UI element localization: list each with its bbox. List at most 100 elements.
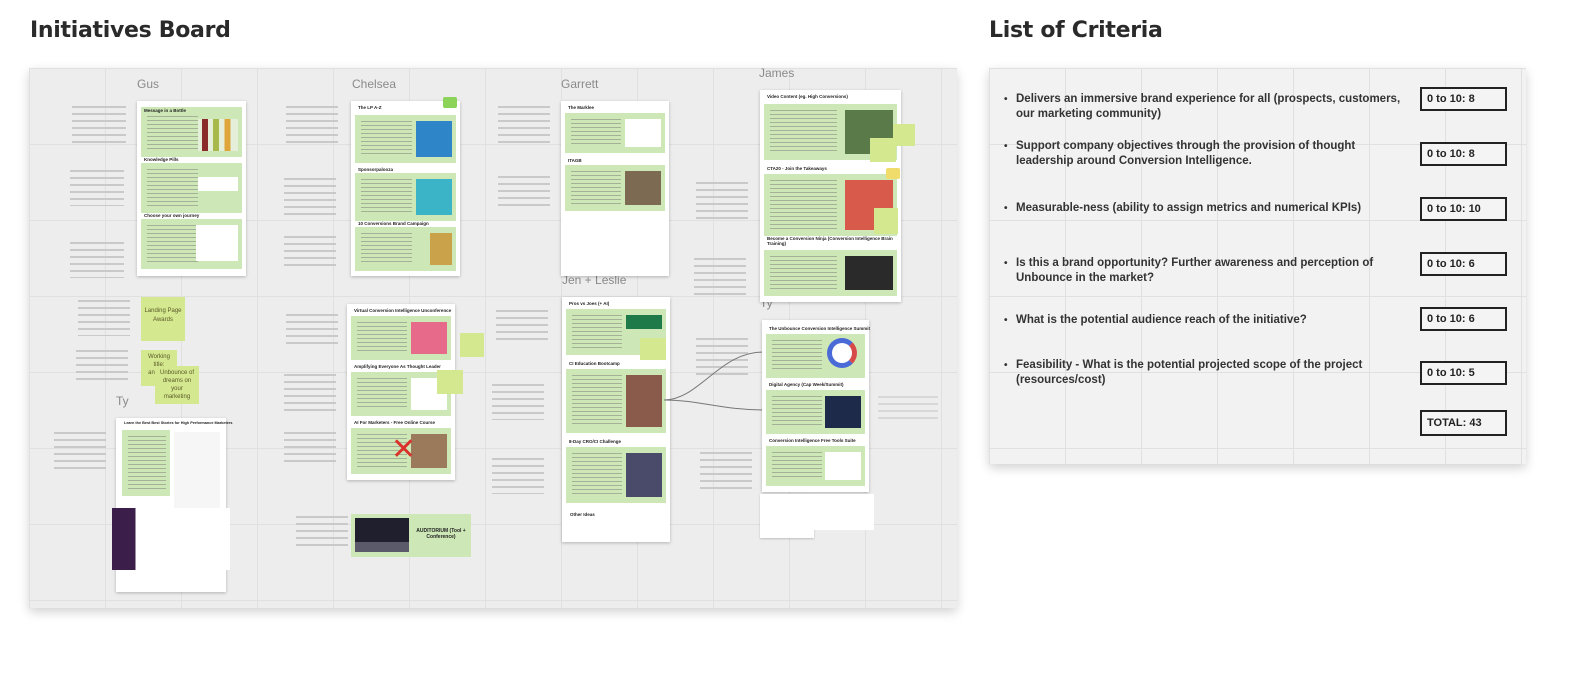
initiative-card[interactable]: CI Education Bootcamp (566, 361, 666, 433)
criterion-text: Feasibility - What is the potential proj… (1016, 359, 1363, 386)
notes-lines (70, 170, 124, 206)
criterion-score[interactable]: 0 to 10: 8 (1420, 142, 1507, 166)
notes-lines (284, 178, 336, 218)
card-text (772, 452, 822, 480)
initiative-card[interactable]: Sponsorpalooza (355, 167, 456, 221)
bullet-icon: • (1004, 258, 1008, 269)
sticky-note[interactable] (874, 208, 898, 234)
initiative-card[interactable]: The LP A-Z (355, 105, 456, 163)
notes-lines (696, 182, 748, 222)
card-text (357, 322, 407, 354)
initiative-card[interactable]: Amplifying Everyone As Thought Leader (351, 364, 451, 416)
criterion-text: Delivers an immersive brand experience f… (1016, 93, 1401, 120)
sticky-note[interactable] (437, 370, 463, 394)
notes-lines (700, 452, 752, 490)
initiative-card[interactable]: 8-Day CRO/CI Challenge (566, 439, 666, 503)
gus-initiatives-frame[interactable]: Message in a Bottle Knowledge Pills Choo… (137, 101, 246, 276)
card-text (770, 180, 837, 230)
initiative-card[interactable]: Conversion Intelligence Free Tools Suite (766, 438, 865, 486)
bullet-icon: • (1004, 315, 1008, 326)
card-title: 8-Day CRO/CI Challenge (569, 439, 622, 444)
total-score[interactable]: TOTAL: 43 (1420, 410, 1507, 436)
card-title: 10 Conversions Brand Campaign (358, 221, 429, 226)
card-title: Other Ideas (570, 512, 595, 517)
criterion-item: • Delivers an immersive brand experience … (1004, 92, 1406, 122)
initiative-card[interactable]: Knowledge Pills (141, 157, 242, 213)
card-image (845, 256, 893, 290)
notes-lines (284, 374, 336, 414)
card-image (429, 233, 452, 265)
criterion-text: Support company objectives through the p… (1016, 140, 1356, 167)
notes-lines (498, 106, 550, 144)
card-text (147, 116, 198, 151)
card-image (411, 434, 447, 468)
text-screenshot (814, 494, 874, 530)
initiative-card[interactable]: The Marklee (565, 105, 665, 153)
card-title: The Marklee (568, 105, 595, 110)
initiative-card[interactable]: Choose your own journey (141, 213, 242, 269)
initiative-card[interactable]: Digital Agency (Cap Week/Summit) (766, 382, 865, 434)
jen-leslie-initiatives-frame[interactable]: Pros vs Joes (+ AI) CI Education Bootcam… (562, 297, 670, 542)
sticky-unbounce-dreams[interactable]: Unbounce of dreams on your marketing (155, 366, 199, 404)
initiative-card[interactable]: ITAGB (565, 158, 665, 211)
criterion-score[interactable]: 0 to 10: 10 (1420, 197, 1507, 221)
criterion-text: What is the potential audience reach of … (1016, 314, 1307, 326)
sticky-note[interactable] (893, 124, 915, 146)
criterion-item: • Is this a brand opportunity? Further aw… (1004, 256, 1406, 286)
auditorium-card[interactable]: AUDITORIUM (Tool + Conference) (351, 514, 471, 557)
card-image (626, 375, 662, 427)
card-title: Become a Conversion Ninja (Conversion In… (767, 236, 893, 246)
card-text (571, 171, 621, 205)
initiative-card[interactable]: Virtual Conversion Intelligence Unconfer… (351, 308, 451, 360)
sticky-note[interactable] (460, 333, 484, 357)
card-image (825, 396, 861, 428)
card-image (415, 179, 452, 215)
notes-lines (498, 176, 550, 210)
chelsea-initiatives-frame[interactable]: The LP A-Z Sponsorpalooza 10 Conversions… (351, 101, 460, 276)
card-text (770, 256, 837, 290)
card-text (770, 110, 837, 154)
bullet-icon: • (1004, 94, 1008, 105)
comment-icon[interactable] (886, 168, 900, 179)
card-title: Sponsorpalooza (358, 167, 394, 172)
james-initiatives-frame[interactable]: Video Content (eg. High Conversions) CTA… (760, 90, 901, 302)
card-title: Video Content (eg. High Conversions) (767, 94, 848, 99)
card-title: The LP A-Z (358, 105, 382, 110)
initiative-card[interactable]: 10 Conversions Brand Campaign (355, 221, 456, 271)
card-text (361, 121, 412, 157)
criterion-score[interactable]: 0 to 10: 5 (1420, 361, 1507, 385)
sticky-note[interactable] (870, 138, 896, 162)
ty-initiatives-frame[interactable]: Learn the Best Best Stories for High Per… (112, 418, 232, 592)
column-label-gus: Gus (137, 77, 160, 91)
form-screenshot (760, 494, 814, 538)
card-image (355, 518, 409, 552)
criterion-score[interactable]: 0 to 10: 6 (1420, 307, 1507, 331)
card-image (625, 171, 661, 205)
card-text (361, 233, 412, 265)
initiative-card[interactable]: The Unbounce Conversion Intelligence Sum… (766, 326, 870, 378)
notes-lines (492, 384, 544, 420)
card-title: AI For Marketers - Free Online Course (354, 420, 436, 425)
sticky-landing-page-awards[interactable]: Landing Page Awards (141, 297, 185, 341)
sticky-note[interactable] (640, 338, 666, 360)
garrett-initiatives-frame[interactable]: The Marklee ITAGB (561, 101, 669, 276)
card-image (825, 452, 861, 480)
notes-lines (296, 516, 348, 550)
initiative-card[interactable]: Become a Conversion Ninja (Conversion In… (764, 236, 897, 296)
card-title: CI Education Bootcamp (569, 361, 620, 366)
comment-icon[interactable] (443, 97, 457, 108)
bottles-image (198, 119, 238, 151)
criterion-score[interactable]: 0 to 10: 6 (1420, 252, 1507, 276)
column-label-james: James (759, 66, 795, 80)
criterion-score[interactable]: 0 to 10: 8 (1420, 87, 1507, 111)
notes-lines (54, 432, 106, 474)
initiative-card[interactable] (122, 430, 170, 496)
column-label-chelsea: Chelsea (352, 77, 397, 91)
criterion-item: • What is the potential audience reach of… (1004, 313, 1406, 328)
initiative-card[interactable]: AI For Marketers - Free Online Course ✕ (351, 420, 451, 474)
initiative-card[interactable]: Message in a Bottle (141, 107, 242, 157)
initiatives-board-title: Initiatives Board (30, 18, 231, 43)
list-of-criteria-title: List of Criteria (989, 18, 1163, 43)
ty-right-initiatives-frame[interactable]: The Unbounce Conversion Intelligence Sum… (762, 320, 870, 492)
card-text (361, 179, 412, 215)
